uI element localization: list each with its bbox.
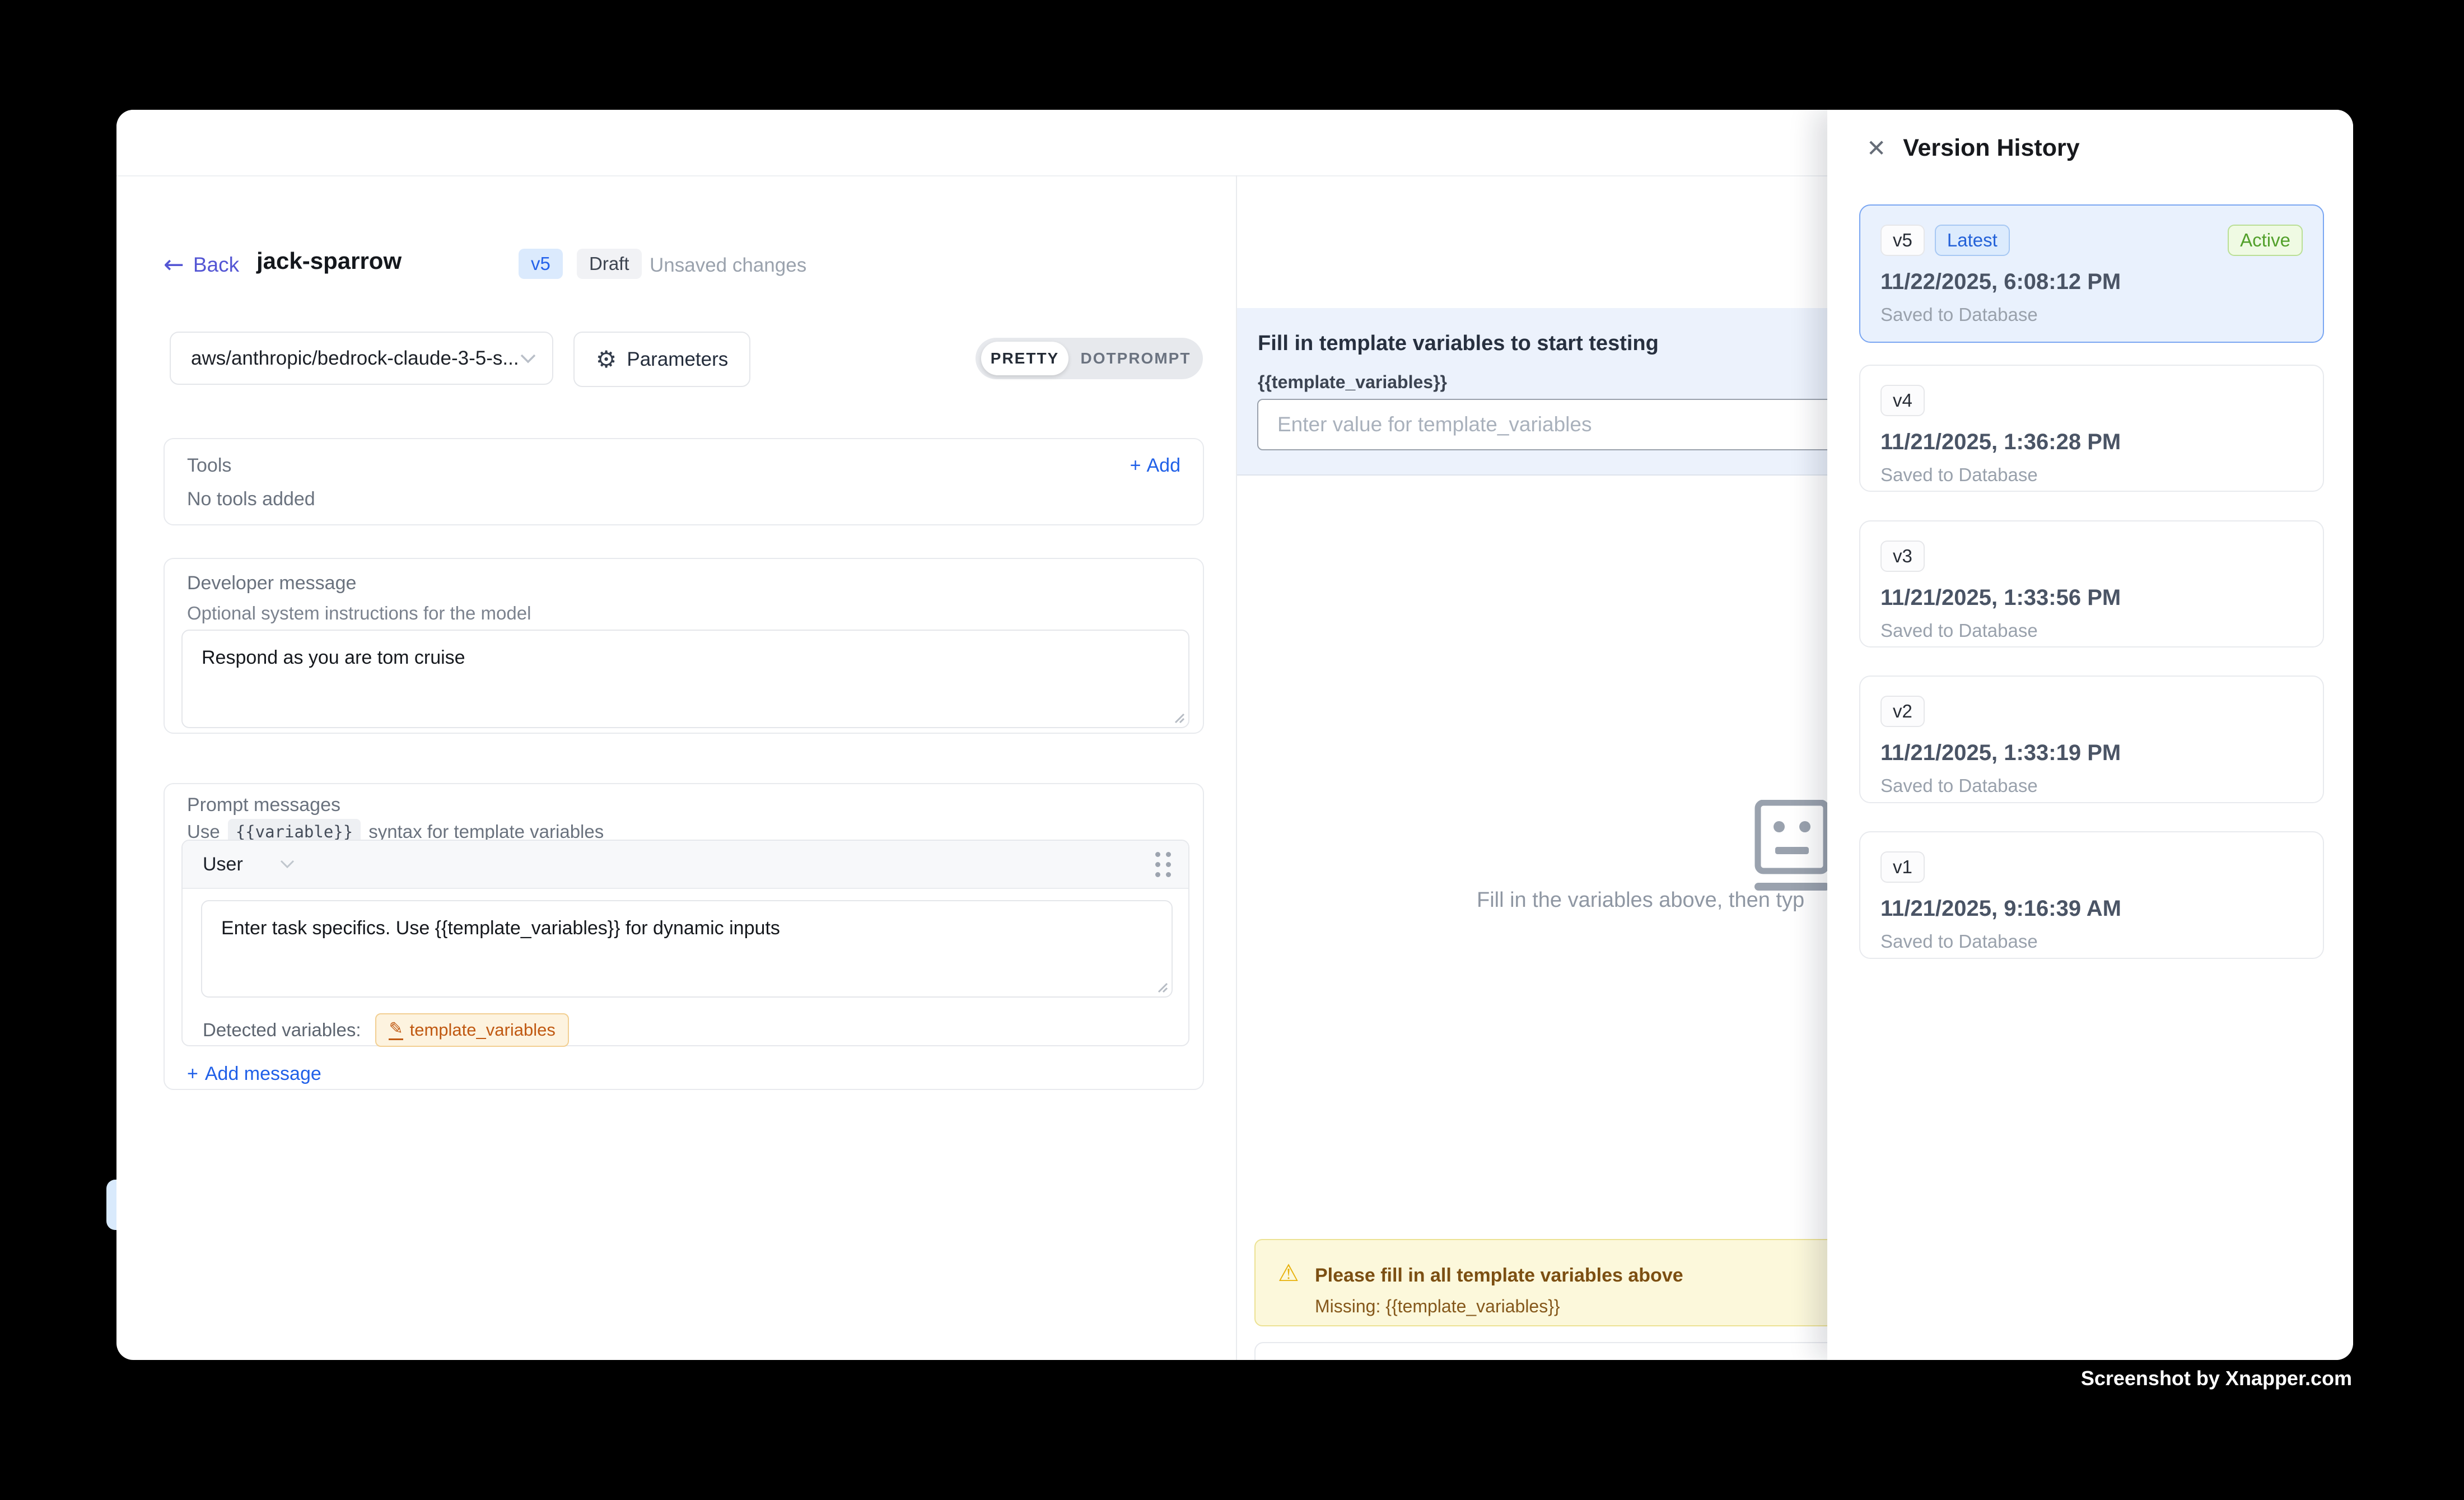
- version-saved-status: Saved to Database: [1880, 775, 2038, 796]
- version-date: 11/21/2025, 1:36:28 PM: [1880, 430, 2121, 455]
- toggle-pretty[interactable]: PRETTY: [981, 342, 1068, 375]
- version-date: 11/21/2025, 9:16:39 AM: [1880, 896, 2121, 921]
- back-button[interactable]: ← Back: [164, 253, 239, 277]
- developer-message-hint: Optional system instructions for the mod…: [187, 603, 531, 624]
- version-label: v1: [1880, 851, 1925, 883]
- view-mode-toggle[interactable]: PRETTY DOTPROMPT: [976, 338, 1203, 379]
- add-message-button[interactable]: + Add message: [187, 1063, 321, 1085]
- version-date: 11/22/2025, 6:08:12 PM: [1880, 269, 2121, 295]
- version-label: v3: [1880, 541, 1925, 572]
- latest-badge: Latest: [1935, 225, 2010, 256]
- detected-variables-label: Detected variables:: [203, 1019, 361, 1041]
- draft-badge: Draft: [577, 249, 642, 279]
- add-tool-label: Add: [1147, 455, 1181, 477]
- chevron-down-icon[interactable]: [280, 860, 295, 869]
- model-select[interactable]: aws/anthropic/bedrock-claude-3-5-s...: [170, 332, 553, 385]
- version-date: 11/21/2025, 1:33:19 PM: [1880, 740, 2121, 766]
- version-label: v2: [1880, 696, 1925, 727]
- variable-chip-label: template_variables: [410, 1020, 556, 1040]
- message-header: User: [183, 841, 1188, 889]
- version-saved-status: Saved to Database: [1880, 931, 2038, 952]
- unsaved-changes-label: Unsaved changes: [650, 254, 806, 277]
- close-icon[interactable]: ✕: [1866, 137, 1886, 160]
- version-history-header: ✕ Version History: [1827, 110, 2353, 162]
- plus-icon: +: [1130, 455, 1141, 477]
- prompt-messages-label: Prompt messages: [187, 794, 340, 816]
- message-block: User Enter task specifics. Use {{templat…: [181, 840, 1189, 1046]
- plus-icon: +: [187, 1063, 198, 1085]
- model-select-value: aws/anthropic/bedrock-claude-3-5-s...: [191, 347, 519, 370]
- screenshot-watermark: Screenshot by Xnapper.com: [2081, 1367, 2352, 1390]
- active-badge: Active: [2228, 225, 2303, 256]
- version-history-title: Version History: [1903, 134, 2079, 162]
- parameters-label: Parameters: [627, 348, 728, 371]
- warning-missing-text: Missing: {{template_variables}}: [1315, 1296, 1560, 1317]
- version-card-v2[interactable]: v2 11/21/2025, 1:33:19 PM Saved to Datab…: [1859, 676, 2324, 803]
- template-variables-title: Fill in template variables to start test…: [1258, 332, 1659, 356]
- template-variable-input[interactable]: [1257, 399, 1843, 450]
- version-label: v5: [1880, 225, 1925, 256]
- version-card-v1[interactable]: v1 11/21/2025, 9:16:39 AM Saved to Datab…: [1859, 831, 2324, 959]
- toggle-dotprompt[interactable]: DOTPROMPT: [1074, 342, 1197, 375]
- detected-variables-row: Detected variables: ✎ template_variables: [203, 1013, 569, 1047]
- tools-label: Tools: [187, 455, 231, 477]
- page-title: jack-sparrow: [256, 248, 402, 274]
- warning-icon: ⚠: [1278, 1261, 1299, 1285]
- version-card-v3[interactable]: v3 11/21/2025, 1:33:56 PM Saved to Datab…: [1859, 520, 2324, 647]
- drag-handle[interactable]: [1155, 852, 1172, 877]
- developer-message-label: Developer message: [187, 572, 356, 594]
- gear-icon: ⚙: [596, 348, 617, 371]
- back-arrow-icon: ←: [164, 253, 184, 277]
- version-label: v4: [1880, 385, 1925, 416]
- version-saved-status: Saved to Database: [1880, 464, 2038, 486]
- add-tool-button[interactable]: + Add: [1130, 455, 1180, 477]
- tools-empty-text: No tools added: [187, 488, 315, 510]
- variable-chip[interactable]: ✎ template_variables: [375, 1013, 568, 1047]
- pencil-icon: ✎: [389, 1021, 403, 1040]
- tools-section: Tools + Add No tools added: [164, 438, 1204, 525]
- warning-title: Please fill in all template variables ab…: [1315, 1265, 1683, 1287]
- prompt-messages-section: Prompt messages Use {{variable}} syntax …: [164, 783, 1204, 1090]
- version-saved-status: Saved to Database: [1880, 304, 2038, 325]
- version-date: 11/21/2025, 1:33:56 PM: [1880, 585, 2121, 611]
- parameters-button[interactable]: ⚙ Parameters: [573, 332, 750, 387]
- add-message-label: Add message: [205, 1063, 321, 1085]
- user-message-input[interactable]: Enter task specifics. Use {{template_var…: [201, 900, 1173, 998]
- version-card-v4[interactable]: v4 11/21/2025, 1:36:28 PM Saved to Datab…: [1859, 365, 2324, 492]
- version-card-v5[interactable]: v5 Latest Active 11/22/2025, 6:08:12 PM …: [1859, 204, 2324, 343]
- robot-icon: [1750, 800, 1834, 894]
- template-variable-name: {{template_variables}}: [1258, 372, 1447, 393]
- role-select[interactable]: User: [203, 854, 243, 875]
- version-badge: v5: [519, 249, 563, 279]
- empty-state-text: Fill in the variables above, then typ: [1477, 888, 1804, 912]
- app-window: ← Back jack-sparrow v5 Draft Unsaved cha…: [116, 110, 2353, 1360]
- chevron-down-icon: [520, 353, 536, 364]
- version-history-panel: ✕ Version History v5 Latest Active 11/22…: [1827, 110, 2353, 1360]
- developer-message-section: Developer message Optional system instru…: [164, 558, 1204, 734]
- back-label: Back: [193, 253, 239, 277]
- developer-message-input[interactable]: Respond as you are tom cruise: [181, 630, 1189, 728]
- version-saved-status: Saved to Database: [1880, 620, 2038, 641]
